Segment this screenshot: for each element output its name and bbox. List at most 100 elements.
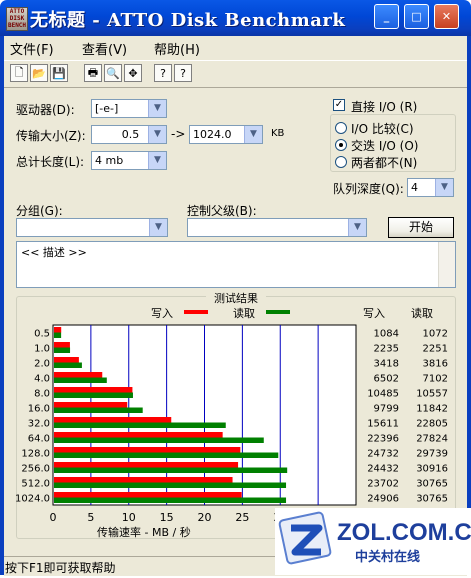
read-value: 2251 (423, 344, 448, 355)
chart-title: 测试结果 (214, 292, 258, 305)
new-file-icon: 🗋 (14, 65, 24, 79)
x-tick-label: 25 (235, 511, 249, 524)
queue-depth-select[interactable]: 4 ▼ (407, 178, 454, 197)
start-button[interactable]: 开始 (388, 217, 454, 238)
print-preview-button[interactable]: 🔍 (104, 64, 122, 82)
group-select[interactable]: ▼ (16, 218, 168, 237)
chevron-down-icon[interactable]: ▼ (148, 152, 166, 169)
x-tick-label: 10 (122, 511, 136, 524)
menu-view[interactable]: 查看(V) (82, 39, 127, 58)
total-length-value: 4 mb (95, 154, 124, 167)
transfer-size-label: 传输大小(Z): (16, 129, 86, 143)
write-bar (54, 447, 241, 453)
chevron-down-icon[interactable]: ▼ (148, 100, 166, 117)
direct-io-checkbox[interactable]: ✓ (333, 99, 345, 111)
total-length-label: 总计长度(L): (16, 155, 85, 169)
queue-depth-value: 4 (411, 181, 418, 194)
parent-select[interactable]: ▼ (187, 218, 367, 237)
read-bar (54, 377, 107, 383)
read-value: 10557 (416, 389, 448, 400)
neither-radio[interactable] (335, 156, 347, 168)
menu-bar: 文件(F) 查看(V) 帮助(H) (4, 36, 467, 58)
description-scrollbar[interactable] (438, 242, 455, 287)
help-button[interactable]: ? (154, 64, 172, 82)
write-bar (54, 492, 242, 498)
menu-file[interactable]: 文件(F) (10, 39, 54, 58)
write-value: 24432 (367, 464, 399, 475)
chevron-down-icon[interactable]: ▼ (348, 219, 366, 236)
read-bar (54, 452, 279, 458)
context-help-button[interactable]: ? (174, 64, 192, 82)
transfer-size-from-select[interactable]: 0.5 ▼ (91, 125, 167, 144)
total-length-select[interactable]: 4 mb ▼ (91, 151, 167, 170)
menu-help[interactable]: 帮助(H) (154, 39, 200, 58)
results-chart: 测试结果写入 读取 写入 读取 0.5 1084 1072 1.0 2235 2251 2.0 341… (16, 291, 448, 539)
toolbar: 🗋 📂 💾 🖶 🔍 ✥?? (4, 60, 467, 88)
write-value: 15611 (367, 419, 399, 430)
write-bar (54, 372, 103, 378)
y-tick-label: 1024.0 (16, 494, 50, 505)
x-tick-label: 5 (87, 511, 94, 524)
watermark-main: ZOL.COM.CN (337, 519, 471, 546)
write-bar (54, 402, 128, 408)
read-value: 30765 (416, 494, 448, 505)
move-icon: ✥ (128, 66, 138, 80)
direct-io-label: 直接 I/O (R) (351, 100, 418, 114)
write-value: 6502 (374, 374, 399, 385)
zol-watermark-logo: ZOL.COM.CN 中关村在线 (275, 508, 471, 575)
transfer-arrow-label: -> (171, 127, 186, 141)
x-tick-label: 20 (198, 511, 212, 524)
drive-select[interactable]: [-e-] ▼ (91, 99, 167, 118)
app-icon[interactable]: ATTO DISK BENCH (6, 7, 28, 31)
read-bar (54, 362, 82, 368)
transfer-unit-label: KB (271, 128, 285, 139)
y-tick-label: 4.0 (34, 374, 50, 385)
write-bar (54, 417, 172, 423)
write-value: 22396 (367, 434, 399, 445)
chevron-down-icon[interactable]: ▼ (435, 179, 453, 196)
read-bar (54, 422, 226, 428)
chevron-down-icon[interactable]: ▼ (148, 126, 166, 143)
io-compare-label: I/O 比较(C) (351, 122, 414, 136)
new-file-button[interactable]: 🗋 (10, 64, 28, 82)
read-bar (54, 407, 143, 413)
write-value: 10485 (367, 389, 399, 400)
description-field[interactable]: << 描述 >> (16, 241, 456, 288)
transfer-size-from-value: 0.5 (121, 128, 140, 141)
write-column-header: 写入 (363, 307, 385, 320)
read-bar (54, 392, 133, 398)
chevron-down-icon[interactable]: ▼ (244, 126, 262, 143)
y-tick-label: 512.0 (21, 479, 50, 490)
write-value: 24906 (367, 494, 399, 505)
maximize-button[interactable]: □ (404, 4, 429, 29)
read-value: 29739 (416, 449, 448, 460)
group-label: 分组(G): (16, 204, 63, 218)
write-value: 1084 (374, 329, 399, 340)
open-folder-button[interactable]: 📂 (30, 64, 48, 82)
io-compare-radio[interactable] (335, 122, 347, 134)
minimize-button[interactable]: _ (374, 4, 399, 29)
write-bar (54, 387, 133, 393)
chevron-down-icon[interactable]: ▼ (149, 219, 167, 236)
read-value: 3816 (423, 359, 448, 370)
status-text: 按下F1即可获取帮助 (5, 561, 116, 575)
transfer-size-to-value: 1024.0 (193, 128, 232, 141)
read-value: 22805 (416, 419, 448, 430)
close-icon: ✕ (441, 10, 452, 23)
minimize-icon: _ (383, 10, 390, 23)
read-bar (54, 332, 62, 338)
title-bar[interactable]: ATTO DISK BENCH 无标题 - ATTO Disk Benchmar… (0, 0, 471, 36)
save-button[interactable]: 💾 (50, 64, 68, 82)
write-bar (54, 462, 239, 468)
overlapped-io-radio[interactable] (335, 139, 347, 151)
print-button[interactable]: 🖶 (84, 64, 102, 82)
transfer-size-to-select[interactable]: 1024.0 ▼ (189, 125, 263, 144)
read-value: 27824 (416, 434, 448, 445)
close-button[interactable]: ✕ (434, 4, 459, 29)
write-value: 23702 (367, 479, 399, 490)
y-tick-label: 8.0 (34, 389, 50, 400)
move-button[interactable]: ✥ (124, 64, 142, 82)
context-help-icon: ? (180, 66, 186, 80)
write-value: 24732 (367, 449, 399, 460)
drive-label: 驱动器(D): (16, 103, 75, 117)
